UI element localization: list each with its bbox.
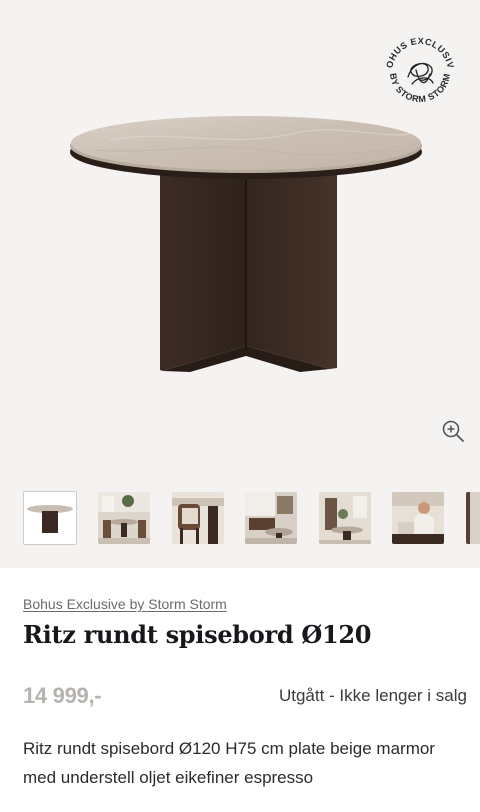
svg-text:BOHUS EXCLUSIVE: BOHUS EXCLUSIVE <box>378 30 456 69</box>
thumbnail-7[interactable] <box>466 492 480 544</box>
badge-bottom-text: BY STORM STORM <box>388 72 452 104</box>
zoom-in-icon <box>442 420 464 442</box>
product-gallery: BOHUS EXCLUSIVE BY STORM STORM <box>0 0 480 568</box>
person-seated-thumb <box>392 492 444 544</box>
thumbnail-4[interactable] <box>245 492 297 544</box>
brand-link[interactable]: Bohus Exclusive by Storm Storm <box>23 596 227 612</box>
interior-thumb <box>245 492 297 544</box>
dining-room-thumb <box>98 492 150 544</box>
thumbnail-5[interactable] <box>319 492 371 544</box>
thumbnail-3[interactable] <box>172 492 224 544</box>
product-price: 14 999,- <box>23 683 102 708</box>
thumbnail-2[interactable] <box>98 492 150 544</box>
partial-thumb <box>466 492 480 544</box>
badge-top-text: BOHUS EXCLUSIVE <box>374 22 455 69</box>
signature-logo-icon <box>407 62 434 85</box>
product-description: Ritz rundt spisebord Ø120 H75 cm plate b… <box>23 739 435 787</box>
thumbnail-6[interactable] <box>392 492 444 544</box>
zoom-button[interactable] <box>440 418 466 444</box>
product-title: Ritz rundt spisebord Ø120 <box>23 620 372 649</box>
living-room-thumb <box>319 492 371 544</box>
thumbnail-strip <box>0 488 480 548</box>
availability-status: Utgått - Ikke lenger i salg <box>278 686 467 705</box>
table-product-thumb <box>24 492 76 544</box>
chair-closeup-thumb <box>172 492 224 544</box>
thumbnail-1[interactable] <box>23 491 77 545</box>
brand-badge: BOHUS EXCLUSIVE BY STORM STORM <box>374 22 462 114</box>
svg-text:BY STORM STORM: BY STORM STORM <box>388 72 452 104</box>
